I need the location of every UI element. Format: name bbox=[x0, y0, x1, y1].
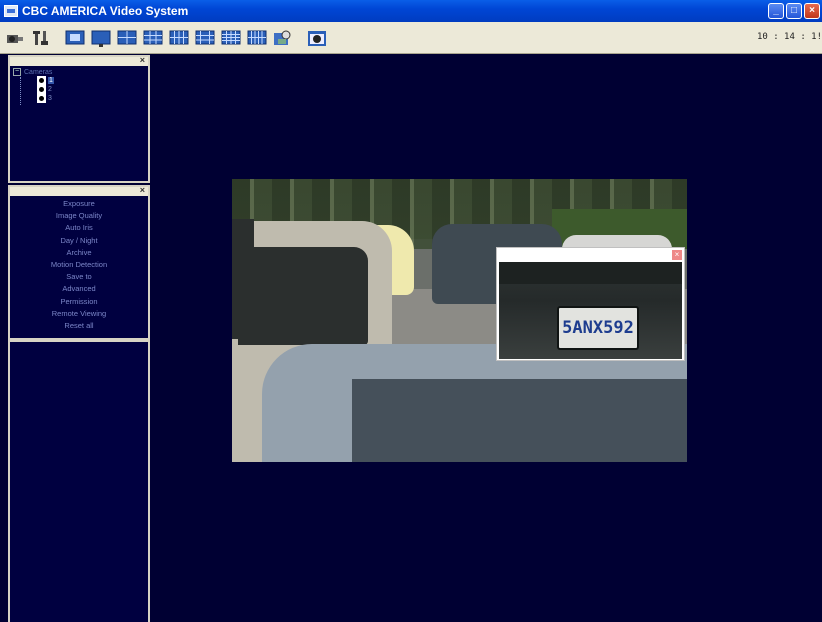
camera-tree-root[interactable]: − Cameras bbox=[13, 68, 148, 76]
camera-tree-root-label: Cameras bbox=[24, 68, 53, 76]
split-view-13-icon[interactable] bbox=[194, 27, 216, 49]
close-icon[interactable]: × bbox=[140, 55, 145, 65]
title-bar: CBC AMERICA Video System _ □ × bbox=[0, 0, 822, 22]
menu-item-motion-detection[interactable]: Motion Detection bbox=[10, 259, 148, 271]
camera-item[interactable]: 1 bbox=[37, 76, 148, 85]
close-button[interactable]: × bbox=[804, 3, 820, 19]
sedan-window bbox=[352, 379, 687, 462]
monitor-icon[interactable] bbox=[90, 27, 112, 49]
split-view-12-icon[interactable] bbox=[168, 27, 190, 49]
camera-item[interactable]: 2 bbox=[37, 85, 148, 94]
app-icon bbox=[4, 5, 18, 17]
collapse-icon[interactable]: − bbox=[13, 68, 21, 76]
close-icon[interactable]: × bbox=[140, 185, 145, 195]
camera-item[interactable]: 3 bbox=[37, 94, 148, 103]
settings-panel: × Exposure Image Quality Auto Iris Day /… bbox=[8, 185, 150, 340]
split-view-20-icon[interactable] bbox=[246, 27, 268, 49]
menu-item-archive[interactable]: Archive bbox=[10, 247, 148, 259]
camera-icon bbox=[37, 94, 46, 103]
menu-item-auto-iris[interactable]: Auto Iris bbox=[10, 222, 148, 234]
playback-search-icon[interactable] bbox=[272, 27, 294, 49]
menu-item-remote-viewing[interactable]: Remote Viewing bbox=[10, 308, 148, 320]
menu-item-exposure[interactable]: Exposure bbox=[10, 198, 148, 210]
menu-item-day-night[interactable]: Day / Night bbox=[10, 235, 148, 247]
camera-panel: × − Cameras 1 2 3 bbox=[8, 55, 150, 183]
camera-icon bbox=[37, 85, 46, 94]
single-view-icon[interactable] bbox=[64, 27, 86, 49]
menu-item-advanced[interactable]: Advanced bbox=[10, 283, 148, 295]
license-plate-text: 5ANX592 bbox=[562, 318, 634, 338]
camera-item-label: 3 bbox=[48, 95, 52, 102]
clock: 10 : 14 : 1! bbox=[756, 32, 822, 42]
camera-item-label: 2 bbox=[48, 86, 52, 93]
split-view-16-icon[interactable] bbox=[220, 27, 242, 49]
menu-item-image-quality[interactable]: Image Quality bbox=[10, 210, 148, 222]
zoom-window-titlebar[interactable]: × bbox=[497, 248, 684, 262]
tools-icon[interactable] bbox=[30, 27, 52, 49]
camera-item-label: 1 bbox=[48, 77, 54, 84]
zoom-image: 5ANX592 bbox=[499, 262, 682, 359]
zoom-close-button[interactable]: × bbox=[672, 250, 682, 260]
toolbar: 10 : 14 : 1! bbox=[0, 22, 822, 54]
snapshot-icon[interactable] bbox=[306, 27, 328, 49]
camera-icon bbox=[37, 76, 46, 85]
quad-view-icon[interactable] bbox=[116, 27, 138, 49]
minimize-button[interactable]: _ bbox=[768, 3, 784, 19]
suv-window bbox=[238, 247, 368, 345]
settings-menu: Exposure Image Quality Auto Iris Day / N… bbox=[10, 196, 148, 332]
menu-item-reset-all[interactable]: Reset all bbox=[10, 320, 148, 332]
camera-tree: − Cameras 1 2 3 bbox=[10, 66, 148, 105]
camera-search-icon[interactable] bbox=[4, 27, 26, 49]
menu-item-save-to[interactable]: Save to bbox=[10, 271, 148, 283]
maximize-button[interactable]: □ bbox=[786, 3, 802, 19]
window-title: CBC AMERICA Video System bbox=[22, 4, 189, 18]
license-plate: 5ANX592 bbox=[557, 306, 639, 350]
zoom-window[interactable]: × 5ANX592 bbox=[496, 247, 685, 361]
split-view-9-icon[interactable] bbox=[142, 27, 164, 49]
menu-item-permission[interactable]: Permission bbox=[10, 296, 148, 308]
empty-panel bbox=[8, 340, 150, 622]
